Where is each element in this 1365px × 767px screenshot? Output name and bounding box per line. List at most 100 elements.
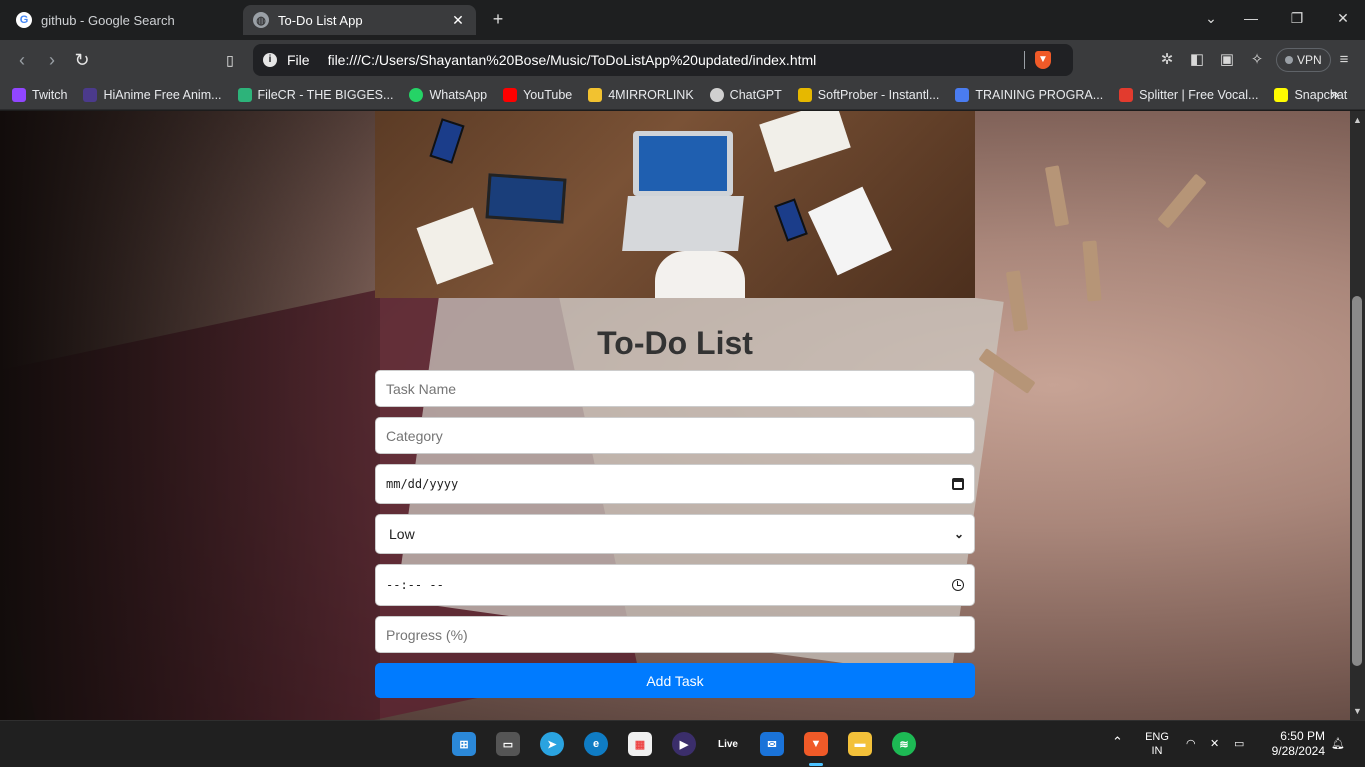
bookmark-hianime[interactable]: HiAnime Free Anim... — [83, 87, 222, 102]
docs-icon — [955, 87, 970, 102]
bookmark-softprober[interactable]: SoftProber - Instantl... — [797, 87, 939, 102]
scrollbar-thumb[interactable] — [1352, 296, 1362, 666]
bookmark-splitter[interactable]: Splitter | Free Vocal... — [1119, 87, 1258, 102]
leo-ai-icon[interactable]: ✧ — [1247, 50, 1267, 70]
page-scrollbar[interactable]: ▲ ▼ — [1350, 111, 1365, 720]
store-icon[interactable]: ▦ — [628, 732, 652, 756]
minimize-icon[interactable]: — — [1240, 10, 1262, 26]
scroll-down-icon[interactable]: ▼ — [1350, 706, 1365, 716]
page-title: To-Do List — [597, 325, 753, 361]
splitter-icon — [1119, 87, 1134, 102]
hero-phone — [429, 118, 465, 164]
tab-search-chevron-icon[interactable]: ⌄ — [1200, 10, 1222, 27]
hero-laptop — [633, 131, 733, 196]
calendar-icon[interactable] — [952, 478, 964, 490]
whatsapp-icon — [409, 87, 424, 102]
chatgpt-icon — [709, 87, 724, 102]
notification-bell-icon[interactable]: 🔔︎ — [1331, 737, 1345, 751]
reload-icon[interactable]: ↻ — [72, 50, 92, 70]
url-text[interactable]: file:///C:/Users/Shayantan%20Bose/Music/… — [328, 52, 1014, 68]
twitch-icon — [12, 87, 26, 102]
sidebar-icon[interactable]: ◧ — [1187, 50, 1207, 70]
hero-image — [375, 111, 975, 298]
page-viewport: To-Do List mm/dd/yyyy Low ⌄ --:-- -- Add… — [0, 111, 1350, 720]
bookmark-filecr[interactable]: FileCR - THE BIGGES... — [237, 87, 393, 102]
close-window-icon[interactable]: ✕ — [1332, 10, 1354, 27]
spotify-icon[interactable]: ≋ — [892, 732, 916, 756]
todo-app: To-Do List mm/dd/yyyy Low ⌄ --:-- -- Add… — [375, 111, 975, 698]
bookmark-youtube[interactable]: YouTube — [503, 87, 572, 102]
file-explorer-icon[interactable]: ▬ — [848, 732, 872, 756]
volume-muted-icon[interactable]: ✕ — [1210, 737, 1219, 751]
more-bookmarks-icon[interactable]: » — [1330, 86, 1339, 104]
new-tab-button[interactable]: + — [488, 9, 508, 29]
edge-icon[interactable]: e — [584, 732, 608, 756]
task-view-icon[interactable]: ▭ — [496, 732, 520, 756]
mail-icon[interactable]: ✉ — [760, 732, 784, 756]
chevron-down-icon: ⌄ — [953, 527, 964, 541]
close-tab-icon[interactable]: ✕ — [450, 12, 466, 29]
restore-icon[interactable]: ❐ — [1286, 10, 1308, 27]
media-player-icon[interactable]: ▶ — [672, 732, 696, 756]
show-hidden-icons-icon[interactable]: ⌃ — [1112, 735, 1123, 749]
background-shadow — [0, 111, 380, 720]
windows-taskbar: ⊞ ▭ ➤ e ▦ ▶ Live ✉ ▼ ▬ ≋ ⌃ ENG IN ◠ ✕ ▭ … — [0, 720, 1365, 767]
wallet-icon[interactable]: ▣ — [1217, 50, 1237, 70]
tab-google-search[interactable]: G github - Google Search — [6, 5, 236, 35]
due-date-input[interactable]: mm/dd/yyyy — [375, 464, 975, 504]
system-clock[interactable]: 6:50 PM 9/28/2024 — [1272, 729, 1325, 759]
language-indicator[interactable]: ENG IN — [1140, 730, 1174, 758]
hero-paper — [416, 207, 494, 285]
battery-icon[interactable]: ▭ — [1234, 737, 1244, 751]
progress-input[interactable] — [375, 616, 975, 653]
vpn-button[interactable]: VPN — [1276, 48, 1331, 72]
bookmark-icon[interactable]: ▯ — [220, 50, 240, 70]
bookmark-chatgpt[interactable]: ChatGPT — [709, 87, 782, 102]
wifi-icon[interactable]: ◠ — [1186, 737, 1196, 751]
start-icon[interactable]: ⊞ — [452, 732, 476, 756]
bookmark-training[interactable]: TRAINING PROGRA... — [955, 87, 1103, 102]
filecr-icon — [237, 87, 252, 102]
hero-phone — [774, 198, 808, 242]
clock-date: 9/28/2024 — [1271, 744, 1325, 758]
bookmark-4mirrorlink[interactable]: 4MIRRORLINK — [588, 87, 694, 102]
brave-shields-icon[interactable]: ▼ — [1035, 51, 1051, 69]
globe-icon: ◍ — [253, 12, 269, 28]
priority-select[interactable]: Low ⌄ — [375, 514, 975, 554]
forward-icon[interactable]: › — [42, 50, 62, 70]
scroll-up-icon[interactable]: ▲ — [1350, 115, 1365, 125]
active-app-indicator — [809, 763, 823, 766]
address-bar[interactable]: i File file:///C:/Users/Shayantan%20Bose… — [253, 44, 1073, 76]
info-icon[interactable]: i — [263, 53, 277, 67]
bookmarks-bar: Twitch HiAnime Free Anim... FileCR - THE… — [0, 80, 1365, 110]
softprober-icon — [797, 87, 812, 102]
back-icon[interactable]: ‹ — [12, 50, 32, 70]
bookmark-whatsapp[interactable]: WhatsApp — [409, 87, 487, 102]
google-icon: G — [16, 12, 32, 28]
tab-title: To-Do List App — [278, 12, 363, 28]
add-task-button[interactable]: Add Task — [375, 663, 975, 698]
vpn-label: VPN — [1297, 53, 1322, 67]
live-icon[interactable]: Live — [716, 732, 740, 756]
clock-icon[interactable] — [952, 579, 964, 591]
region-label: IN — [1151, 745, 1163, 757]
telegram-icon[interactable]: ➤ — [540, 732, 564, 756]
tab-todo-app[interactable]: ◍ To-Do List App ✕ — [243, 5, 476, 35]
bookmark-twitch[interactable]: Twitch — [12, 87, 67, 102]
hero-keyboard — [622, 196, 744, 251]
browser-tab-strip: G github - Google Search ◍ To-Do List Ap… — [0, 0, 1365, 40]
brave-icon[interactable]: ▼ — [804, 732, 828, 756]
hero-paper — [808, 186, 892, 276]
hianime-icon — [83, 87, 98, 102]
due-time-input[interactable]: --:-- -- — [375, 564, 975, 606]
menu-icon[interactable]: ≡ — [1334, 50, 1354, 70]
language-label: ENG — [1145, 731, 1169, 743]
extensions-icon[interactable]: ✲ — [1157, 50, 1177, 70]
clothespin-decoration — [1044, 165, 1070, 227]
task-name-input[interactable] — [375, 370, 975, 407]
time-placeholder: --:-- -- — [386, 578, 444, 592]
clock-time: 6:50 PM — [1280, 729, 1325, 743]
hero-arm — [655, 251, 745, 298]
category-input[interactable] — [375, 417, 975, 454]
clothespin-decoration — [1082, 240, 1102, 302]
